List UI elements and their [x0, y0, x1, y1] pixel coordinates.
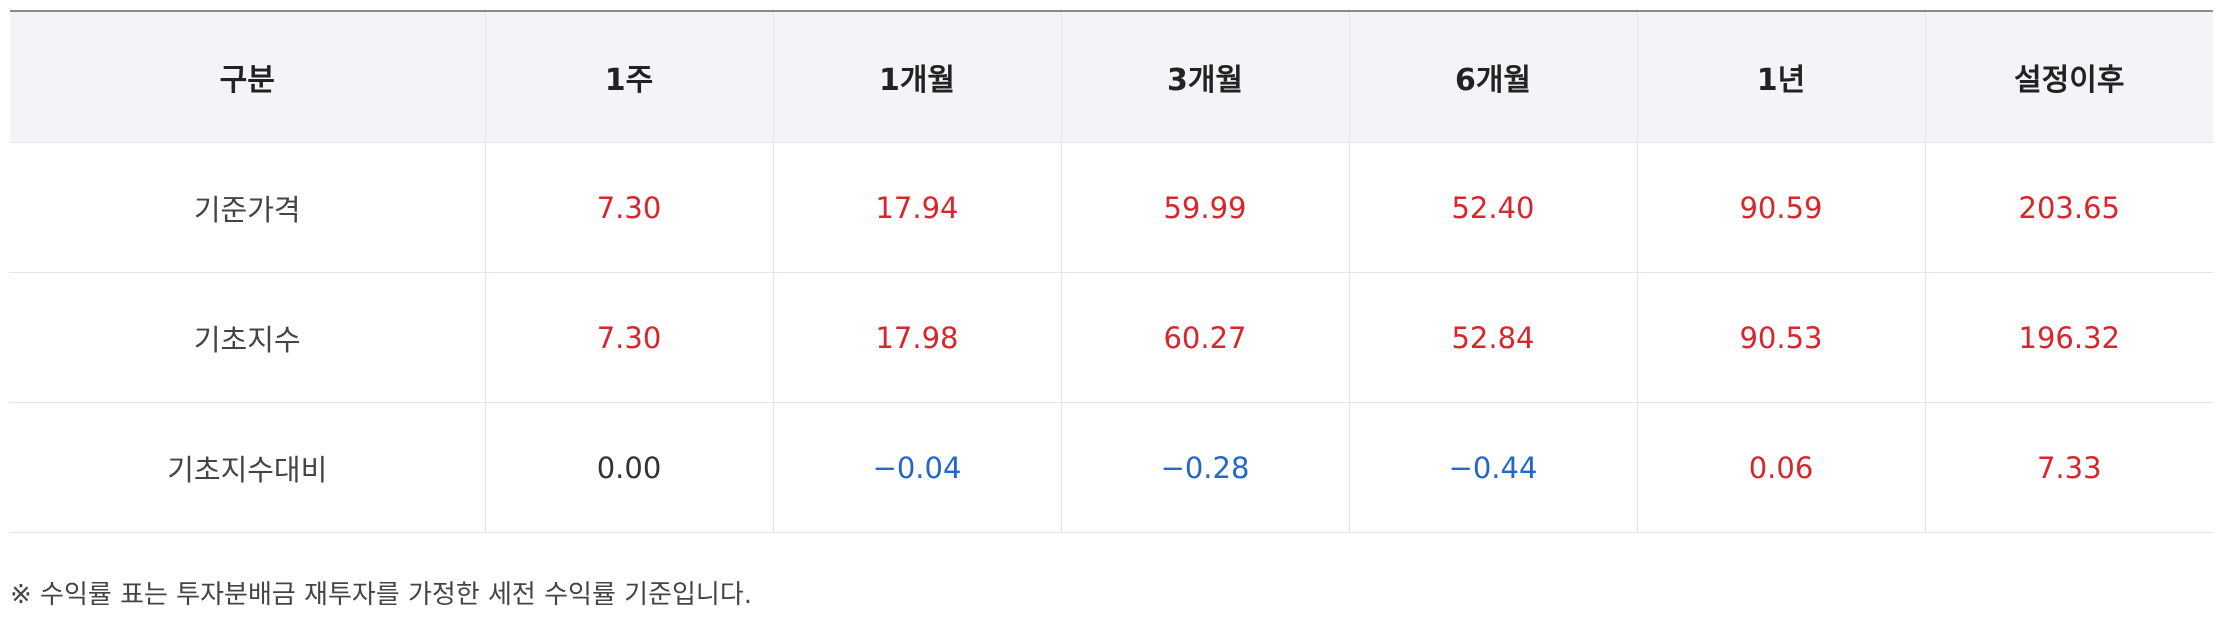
header-6-months: 6개월 [1348, 10, 1637, 143]
table-cell: 7.33 [1924, 402, 2213, 533]
footnote: ※ 수익률 표는 투자분배금 재투자를 가정한 세전 수익률 기준입니다. [10, 580, 753, 610]
table-header-row: 구분 1주 1개월 3개월 6개월 1년 설정이후 [10, 10, 2213, 143]
table-cell: 203.65 [1924, 142, 2213, 273]
table-row: 기초지수대비 0.00 −0.04 −0.28 −0.44 0.06 7.33 [10, 402, 2213, 533]
row-label: 기준가격 [10, 142, 485, 273]
table-cell: −0.04 [772, 402, 1061, 533]
table-cell: 17.98 [772, 272, 1061, 403]
table-cell: 196.32 [1924, 272, 2213, 403]
table-row: 기준가격 7.30 17.94 59.99 52.40 90.59 203.65 [10, 142, 2213, 273]
table-cell: −0.28 [1060, 402, 1349, 533]
row-label: 기초지수대비 [10, 402, 485, 533]
header-3-months: 3개월 [1060, 10, 1349, 143]
table-row: 기초지수 7.30 17.98 60.27 52.84 90.53 196.32 [10, 272, 2213, 403]
returns-table: 구분 1주 1개월 3개월 6개월 1년 설정이후 기준가격 7.30 17.9… [10, 10, 2213, 533]
table-cell: 0.06 [1636, 402, 1925, 533]
table-cell: 60.27 [1060, 272, 1349, 403]
row-label: 기초지수 [10, 272, 485, 403]
header-since-inception: 설정이후 [1924, 10, 2213, 143]
table-cell: 59.99 [1060, 142, 1349, 273]
table-cell: 7.30 [484, 142, 773, 273]
table-cell: 90.53 [1636, 272, 1925, 403]
table-cell: 90.59 [1636, 142, 1925, 273]
table-cell: 7.30 [484, 272, 773, 403]
table-cell: 52.40 [1348, 142, 1637, 273]
table-cell: 17.94 [772, 142, 1061, 273]
header-1-year: 1년 [1636, 10, 1925, 143]
header-category: 구분 [10, 10, 485, 143]
returns-table-container: 구분 1주 1개월 3개월 6개월 1년 설정이후 기준가격 7.30 17.9… [10, 10, 2213, 533]
header-1-week: 1주 [484, 10, 773, 143]
table-cell: −0.44 [1348, 402, 1637, 533]
table-cell: 52.84 [1348, 272, 1637, 403]
table-cell: 0.00 [484, 402, 773, 533]
header-1-month: 1개월 [772, 10, 1061, 143]
